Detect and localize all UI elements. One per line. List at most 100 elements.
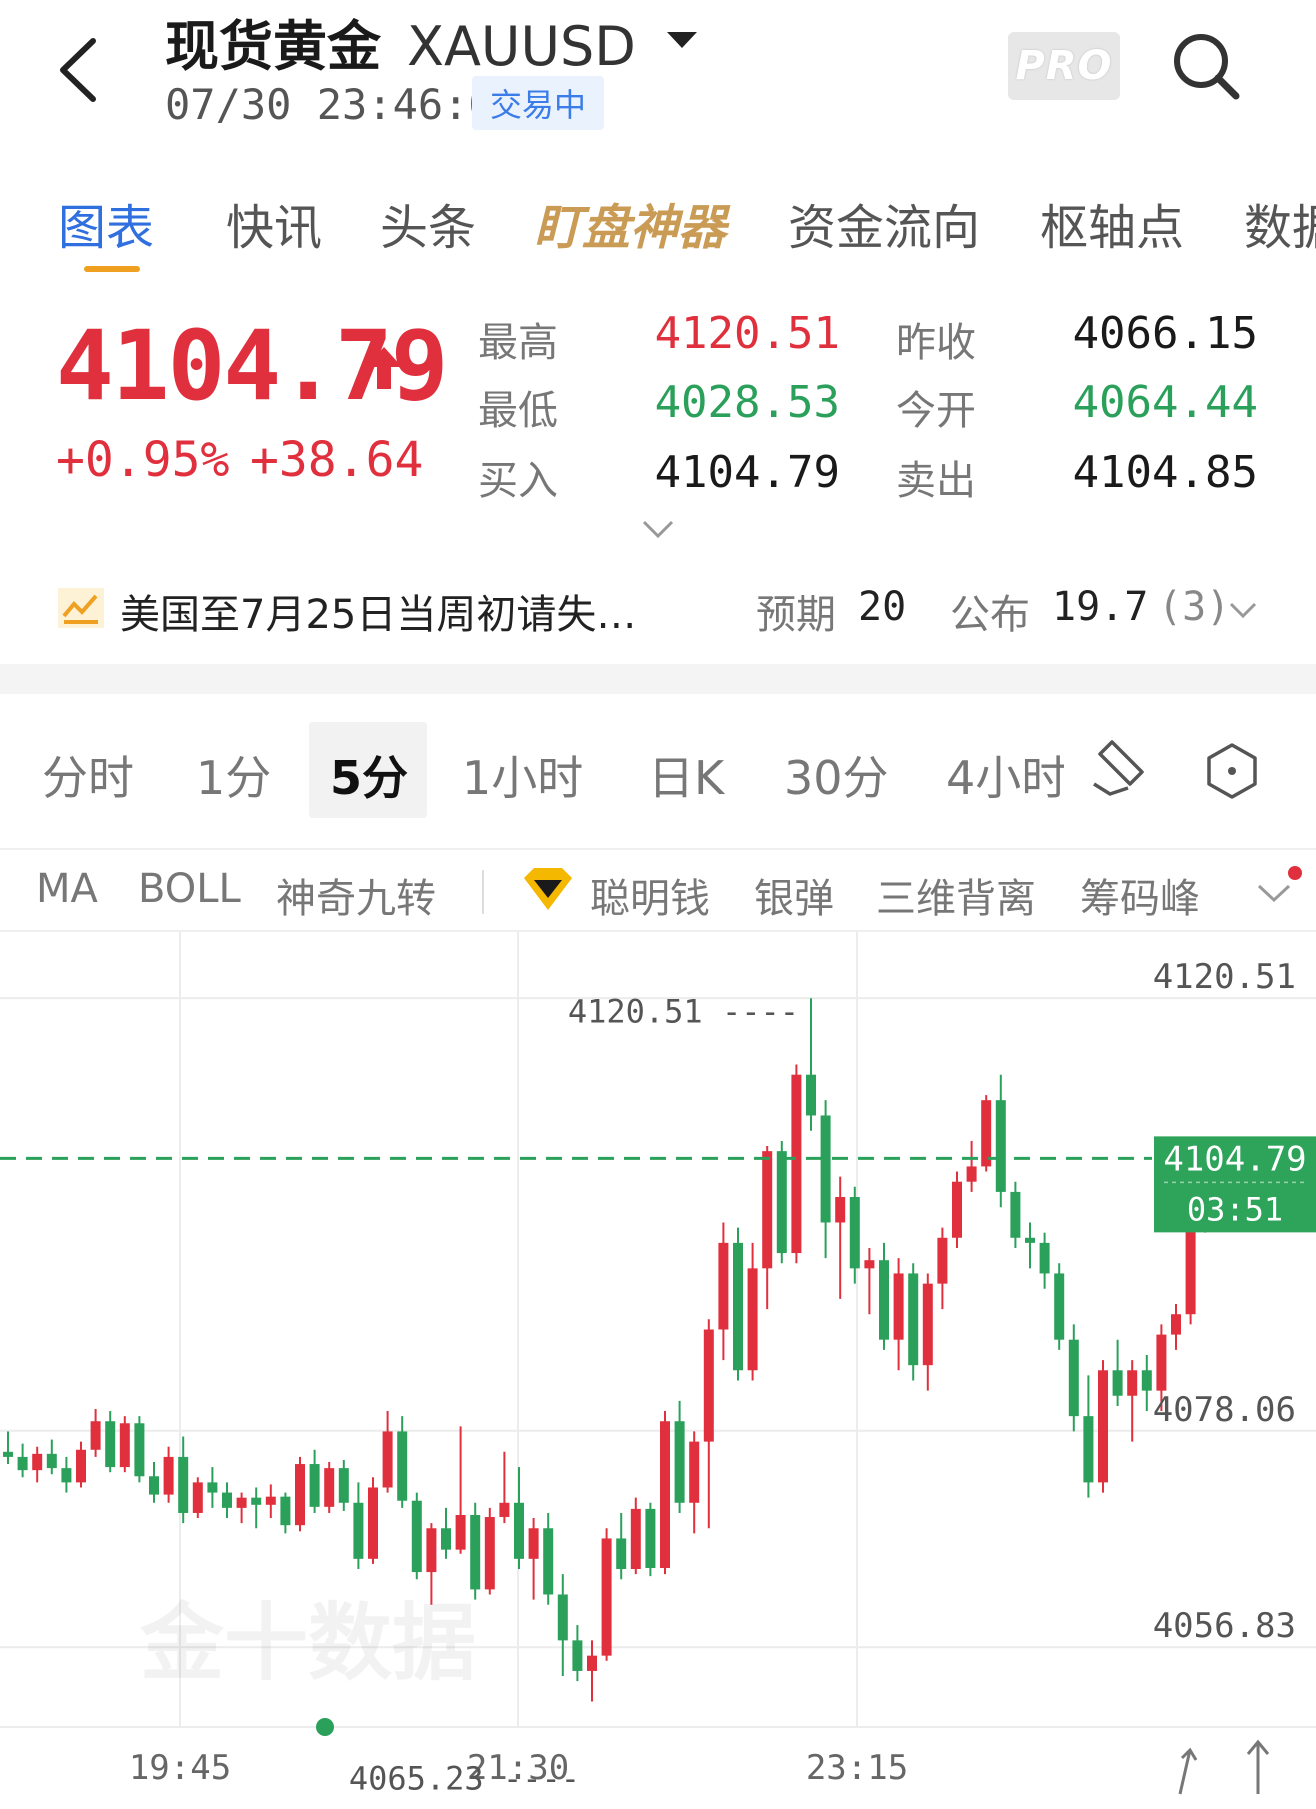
high-value: 4120.51 — [654, 308, 840, 359]
chevron-down-icon[interactable] — [1228, 600, 1258, 620]
expected-label: 预期 — [756, 592, 836, 638]
last-price-line: 4104.79 03:51 — [0, 1136, 1316, 1233]
scroll-top-arrow-icon — [1246, 1739, 1270, 1794]
x-tick-label: 23:15 — [806, 1748, 908, 1788]
x-tick-label: 19:45 — [129, 1748, 231, 1788]
candle-body — [411, 1500, 422, 1573]
candle-body — [309, 1464, 320, 1507]
candle-body — [32, 1453, 43, 1471]
candle-body — [499, 1502, 510, 1518]
ask-label: 卖出 — [896, 458, 976, 504]
indicator-td9[interactable]: 神奇九转 — [276, 866, 436, 924]
candle-body — [616, 1538, 627, 1570]
candle-body — [178, 1456, 189, 1513]
period-5m[interactable]: 5分 — [330, 742, 408, 808]
candle-body — [820, 1115, 831, 1223]
candle-body — [1010, 1191, 1021, 1238]
candle-body — [76, 1449, 86, 1483]
tab-chart[interactable]: 图表 — [58, 188, 154, 258]
candle-body — [733, 1242, 743, 1371]
up-arrow-icon — [366, 347, 402, 389]
candle-body — [295, 1464, 305, 1526]
indicator-ma[interactable]: MA — [36, 866, 98, 912]
candle-body — [149, 1476, 159, 1495]
candle-body — [660, 1421, 670, 1568]
candle-body — [280, 1496, 291, 1526]
candle-body — [674, 1421, 685, 1503]
period-4h[interactable]: 4小时 — [946, 742, 1064, 808]
candle-body — [995, 1100, 1006, 1192]
candle-body — [514, 1502, 524, 1559]
candle-body — [718, 1242, 729, 1330]
candle-body — [46, 1453, 57, 1469]
ask-value: 4104.85 — [1072, 447, 1258, 498]
candle-body — [747, 1268, 758, 1371]
indicator-chip-peak[interactable]: 筹码峰 — [1080, 866, 1200, 924]
candle-body — [791, 1074, 802, 1254]
candle-body — [222, 1492, 232, 1508]
candle-body — [703, 1329, 714, 1442]
chevron-down-icon[interactable] — [640, 518, 676, 542]
candle-body — [543, 1528, 554, 1595]
candle-body — [17, 1456, 28, 1471]
tab-capital-flow[interactable]: 资金流向 — [788, 188, 980, 258]
y-tick-label: 4120.51 — [1153, 957, 1296, 997]
candle-body — [1039, 1242, 1050, 1274]
y-tick-label: 4056.83 — [1153, 1606, 1296, 1646]
caret-down-icon[interactable] — [665, 30, 699, 50]
candle-body — [192, 1482, 203, 1513]
indicator-3d-divergence[interactable]: 三维背离 — [876, 866, 1036, 924]
candle-body — [105, 1421, 116, 1468]
period-30m[interactable]: 30分 — [784, 742, 889, 808]
pro-badge[interactable]: PRO — [1008, 32, 1120, 100]
tab-flash-news[interactable]: 快讯 — [226, 188, 322, 258]
candle-body — [922, 1283, 933, 1366]
tab-data[interactable]: 数据 — [1244, 188, 1316, 258]
news-headline[interactable]: 美国至7月25日当周初请失… — [120, 582, 636, 640]
period-timeshare[interactable]: 分时 — [42, 742, 134, 808]
last-price-badge-value: 4104.79 — [1163, 1139, 1306, 1179]
period-daily[interactable]: 日K — [648, 742, 724, 808]
candlestick-chart[interactable]: 金十数据 4104.7903:51 19:45 21:30 23:154120.51… — [0, 932, 1316, 1809]
candle-body — [368, 1487, 378, 1559]
instrument-title[interactable]: 现货黄金 XAUUSD — [165, 2, 636, 81]
indicator-silver-bullet[interactable]: 银弹 — [754, 866, 834, 924]
indicator-boll[interactable]: BOLL — [138, 866, 241, 912]
prev-close-value: 4066.15 — [1072, 308, 1258, 359]
settings-hexagon-icon[interactable] — [1206, 742, 1258, 800]
drawing-tool-icon[interactable] — [1092, 738, 1148, 800]
countdown-label: 03:51 — [1187, 1190, 1283, 1228]
candle-body — [893, 1273, 904, 1340]
candle-body — [908, 1273, 919, 1366]
candle-body — [762, 1151, 773, 1269]
candle-body — [849, 1197, 860, 1269]
candle-body — [455, 1515, 466, 1550]
candle-body — [645, 1508, 656, 1568]
candle-body — [981, 1100, 992, 1167]
period-1h[interactable]: 1小时 — [462, 742, 583, 808]
candle-body — [1171, 1314, 1181, 1335]
tab-headlines[interactable]: 头条 — [380, 188, 476, 258]
candle-body — [61, 1468, 72, 1483]
candle-body — [601, 1538, 612, 1656]
candle-body — [1025, 1237, 1035, 1243]
candle-body — [1127, 1370, 1138, 1396]
search-icon[interactable] — [1170, 30, 1240, 100]
candle-body — [587, 1655, 597, 1671]
candle-body — [3, 1451, 13, 1457]
indicator-smart-money[interactable]: 聪明钱 — [590, 866, 710, 924]
y-tick-label: 4078.06 — [1153, 1390, 1296, 1430]
candle-body — [1141, 1370, 1152, 1391]
chevron-down-icon[interactable] — [1256, 882, 1292, 904]
instrument-name: 现货黄金 — [165, 15, 381, 78]
tab-watch-tool[interactable]: 盯盘神器 — [534, 188, 726, 258]
candle-body — [470, 1515, 481, 1590]
tab-pivot-points[interactable]: 枢轴点 — [1040, 188, 1184, 258]
candle-body — [338, 1468, 349, 1503]
candle-body — [879, 1260, 889, 1340]
candle-body — [207, 1482, 218, 1493]
candle-body — [630, 1508, 641, 1570]
expected-value: 20 — [858, 584, 907, 630]
back-arrow-icon[interactable] — [55, 35, 105, 105]
period-1m[interactable]: 1分 — [196, 742, 271, 808]
